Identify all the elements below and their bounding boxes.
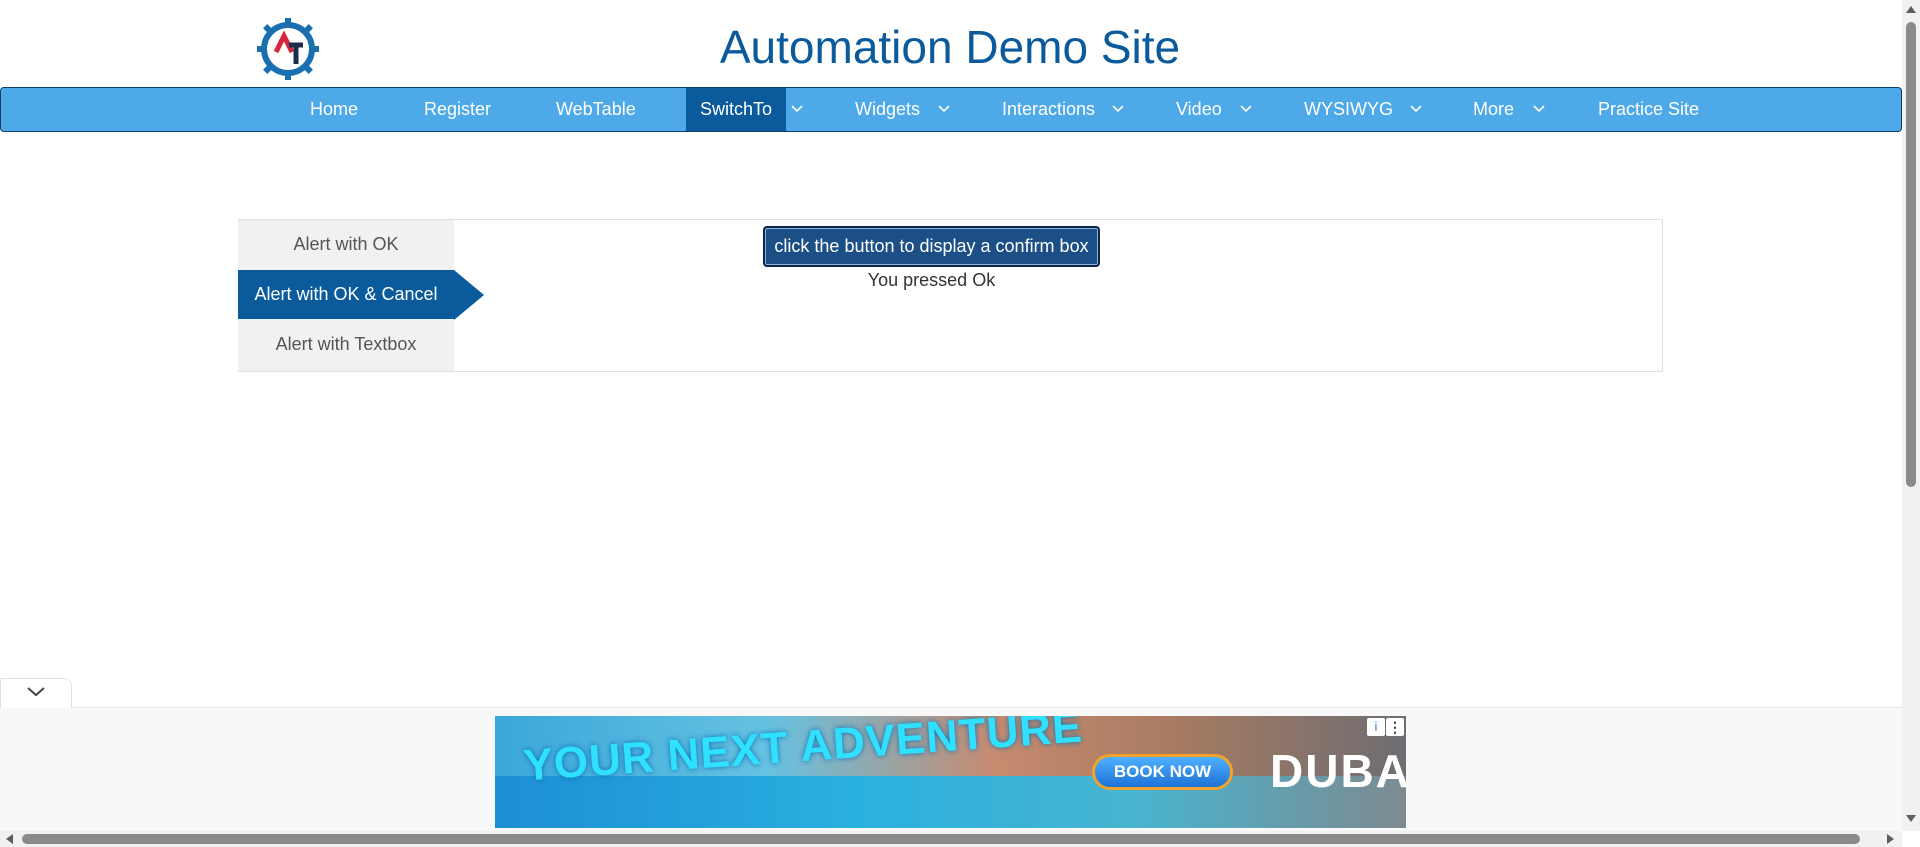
ad-book-now-button[interactable]: BOOK NOW (1092, 754, 1233, 790)
horizontal-scrollbar-thumb[interactable] (22, 834, 1860, 844)
vertical-scrollbar-thumb[interactable] (1906, 22, 1916, 487)
chevron-down-icon[interactable] (1528, 88, 1550, 131)
info-icon[interactable]: i (1367, 718, 1385, 736)
chevron-down-icon[interactable] (1107, 88, 1129, 131)
alert-tab-list: Alert with OK Alert with OK & Cancel Ale… (238, 220, 454, 371)
main-nav: Home Register WebTable SwitchTo Widgets … (0, 87, 1902, 132)
nav-item-home[interactable]: Home (310, 88, 358, 131)
chevron-down-icon[interactable] (933, 88, 955, 131)
display-confirm-box-button[interactable]: click the button to display a confirm bo… (763, 226, 1100, 267)
nav-item-interactions[interactable]: Interactions (1002, 88, 1095, 131)
chevron-down-icon[interactable] (1235, 88, 1257, 131)
nav-item-practice-site[interactable]: Practice Site (1598, 88, 1699, 131)
tab-alert-with-textbox[interactable]: Alert with Textbox (238, 320, 454, 369)
ad-brand-logo: DUBAI (1270, 745, 1406, 797)
scroll-left-arrow-icon[interactable] (6, 834, 13, 844)
chevron-down-icon[interactable] (1405, 88, 1427, 131)
scroll-right-arrow-icon[interactable] (1887, 834, 1894, 844)
tab-alert-with-ok[interactable]: Alert with OK (238, 220, 454, 269)
chevron-down-icon (27, 687, 45, 697)
ad-collapse-toggle[interactable] (0, 678, 72, 708)
scroll-up-arrow-icon[interactable] (1906, 6, 1916, 13)
nav-item-webtable[interactable]: WebTable (556, 88, 636, 131)
scroll-down-arrow-icon[interactable] (1906, 815, 1916, 822)
page-title: Automation Demo Site (719, 21, 1181, 73)
nav-item-more[interactable]: More (1473, 88, 1514, 131)
nav-item-switchto[interactable]: SwitchTo (686, 88, 786, 131)
nav-item-widgets[interactable]: Widgets (855, 88, 920, 131)
nav-item-wysiwyg[interactable]: WYSIWYG (1304, 88, 1393, 131)
active-tab-pointer (454, 270, 484, 320)
chevron-down-icon[interactable] (786, 88, 808, 131)
nav-item-register[interactable]: Register (424, 88, 491, 131)
kebab-menu-icon[interactable]: ⋮ (1386, 718, 1404, 736)
nav-item-video[interactable]: Video (1176, 88, 1222, 131)
tab-alert-with-ok-cancel[interactable]: Alert with OK & Cancel (238, 270, 454, 319)
confirm-result-text: You pressed Ok (867, 270, 996, 290)
ad-banner[interactable]: YOUR NEXT ADVENTURE BOOK NOW DUBAI i ⋮ (495, 716, 1406, 828)
